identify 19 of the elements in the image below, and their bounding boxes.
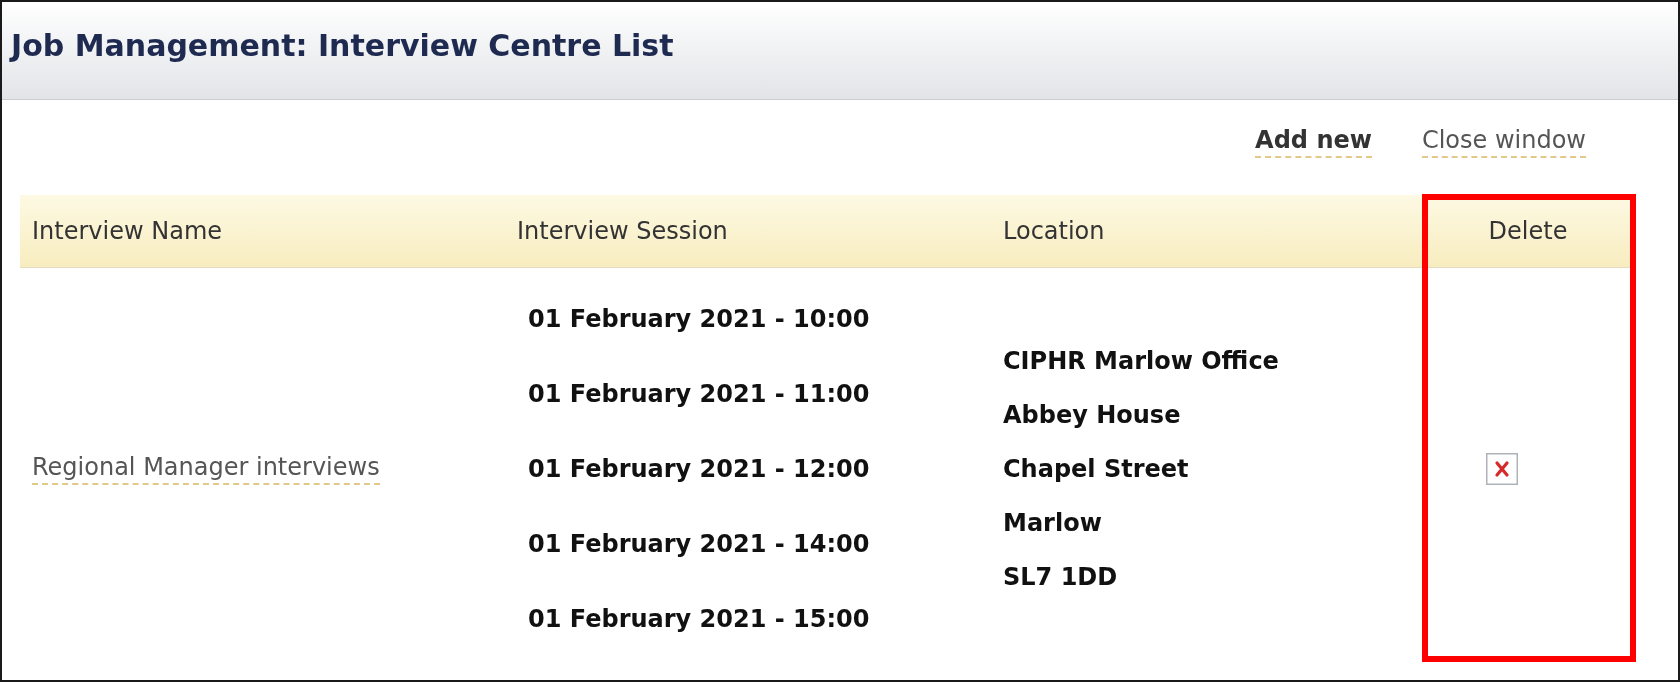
add-new-link[interactable]: Add new <box>1255 125 1372 158</box>
session-time: 01 February 2021 - 10:00 <box>528 303 870 335</box>
session-time: 01 February 2021 - 14:00 <box>528 528 870 560</box>
column-header: Delete <box>1488 216 1568 247</box>
interview-name-link[interactable]: Regional Manager interviews <box>32 452 380 485</box>
close-window-link[interactable]: Close window <box>1421 125 1586 158</box>
location-line: Marlow <box>1003 507 1102 539</box>
cross-icon[interactable] <box>1486 452 1518 485</box>
location-line: SL7 1DD <box>1003 561 1118 593</box>
location-line: CIPHR Marlow Office <box>1003 345 1279 377</box>
session-time: 01 February 2021 - 11:00 <box>528 378 870 410</box>
column-header: Interview Name <box>32 216 223 247</box>
column-header: Interview Session <box>517 216 728 247</box>
session-time: 01 February 2021 - 15:00 <box>528 603 870 635</box>
window-title: Job Management: Interview Centre List <box>11 30 674 61</box>
session-time: 01 February 2021 - 12:00 <box>528 453 870 485</box>
location-line: Abbey House <box>1003 399 1181 431</box>
location-line: Chapel Street <box>1003 453 1189 485</box>
column-header: Location <box>1003 216 1105 247</box>
